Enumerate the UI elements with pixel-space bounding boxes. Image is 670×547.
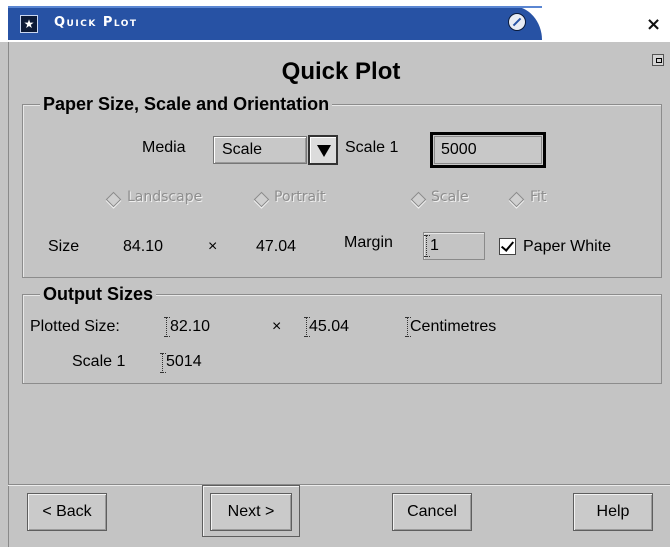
output-scale-value[interactable]: 5014 [166, 353, 202, 371]
title-bar[interactable]: ★ Quick Plot × [0, 0, 670, 42]
close-icon[interactable]: × [646, 14, 661, 35]
dialog-title: Quick Plot [281, 58, 401, 85]
paper-white-label[interactable]: Paper White [523, 238, 611, 256]
paper-white-checkbox[interactable] [499, 238, 516, 255]
fit-radio-label: Fit [530, 189, 547, 205]
quick-plot-window: ★ Quick Plot × Quick Plot Paper Size, Sc… [0, 0, 670, 547]
output-sizes-group-label: Output Sizes [40, 284, 157, 305]
star-icon[interactable]: ★ [20, 15, 38, 33]
units-label: Centimetres [410, 318, 497, 335]
title-tab[interactable]: ★ Quick Plot [8, 6, 542, 40]
plotted-height-value[interactable]: 45.04 [309, 318, 349, 336]
media-select-value: Scale [222, 141, 263, 158]
media-label: Media [142, 139, 186, 156]
portrait-label: Portrait [274, 189, 326, 205]
next-button[interactable]: Next > [210, 493, 292, 531]
plotted-size-label: Plotted Size: [30, 318, 120, 335]
margin-label: Margin [344, 234, 393, 251]
scale-radio-label: Scale [431, 189, 469, 205]
help-button[interactable]: Help [573, 493, 653, 531]
output-scale-label: Scale 1 [72, 353, 126, 370]
plotted-times-sign: × [272, 318, 282, 335]
margin-input-value: 1 [430, 237, 439, 254]
back-button[interactable]: < Back [27, 493, 107, 531]
size-height-value: 47.04 [256, 238, 297, 255]
button-separator [8, 484, 670, 486]
media-dropdown-button[interactable] [308, 135, 338, 165]
paper-size-group-label: Paper Size, Scale and Orientation [40, 94, 333, 115]
scale-input-value: 5000 [441, 141, 477, 158]
plotted-width-value[interactable]: 82.10 [170, 318, 210, 336]
landscape-label: Landscape [127, 189, 203, 205]
margin-input[interactable]: 1 [423, 232, 485, 260]
scale-label: Scale 1 [345, 139, 399, 156]
shade-icon[interactable] [508, 13, 526, 31]
size-label: Size [48, 238, 80, 255]
window-title: Quick Plot [54, 15, 138, 30]
scale-input[interactable]: 5000 [430, 132, 546, 168]
cancel-button[interactable]: Cancel [392, 493, 472, 531]
media-select[interactable]: Scale [213, 136, 307, 164]
text-cursor [424, 235, 431, 257]
size-width-value: 84.10 [123, 238, 164, 255]
size-times-sign: × [208, 238, 218, 255]
